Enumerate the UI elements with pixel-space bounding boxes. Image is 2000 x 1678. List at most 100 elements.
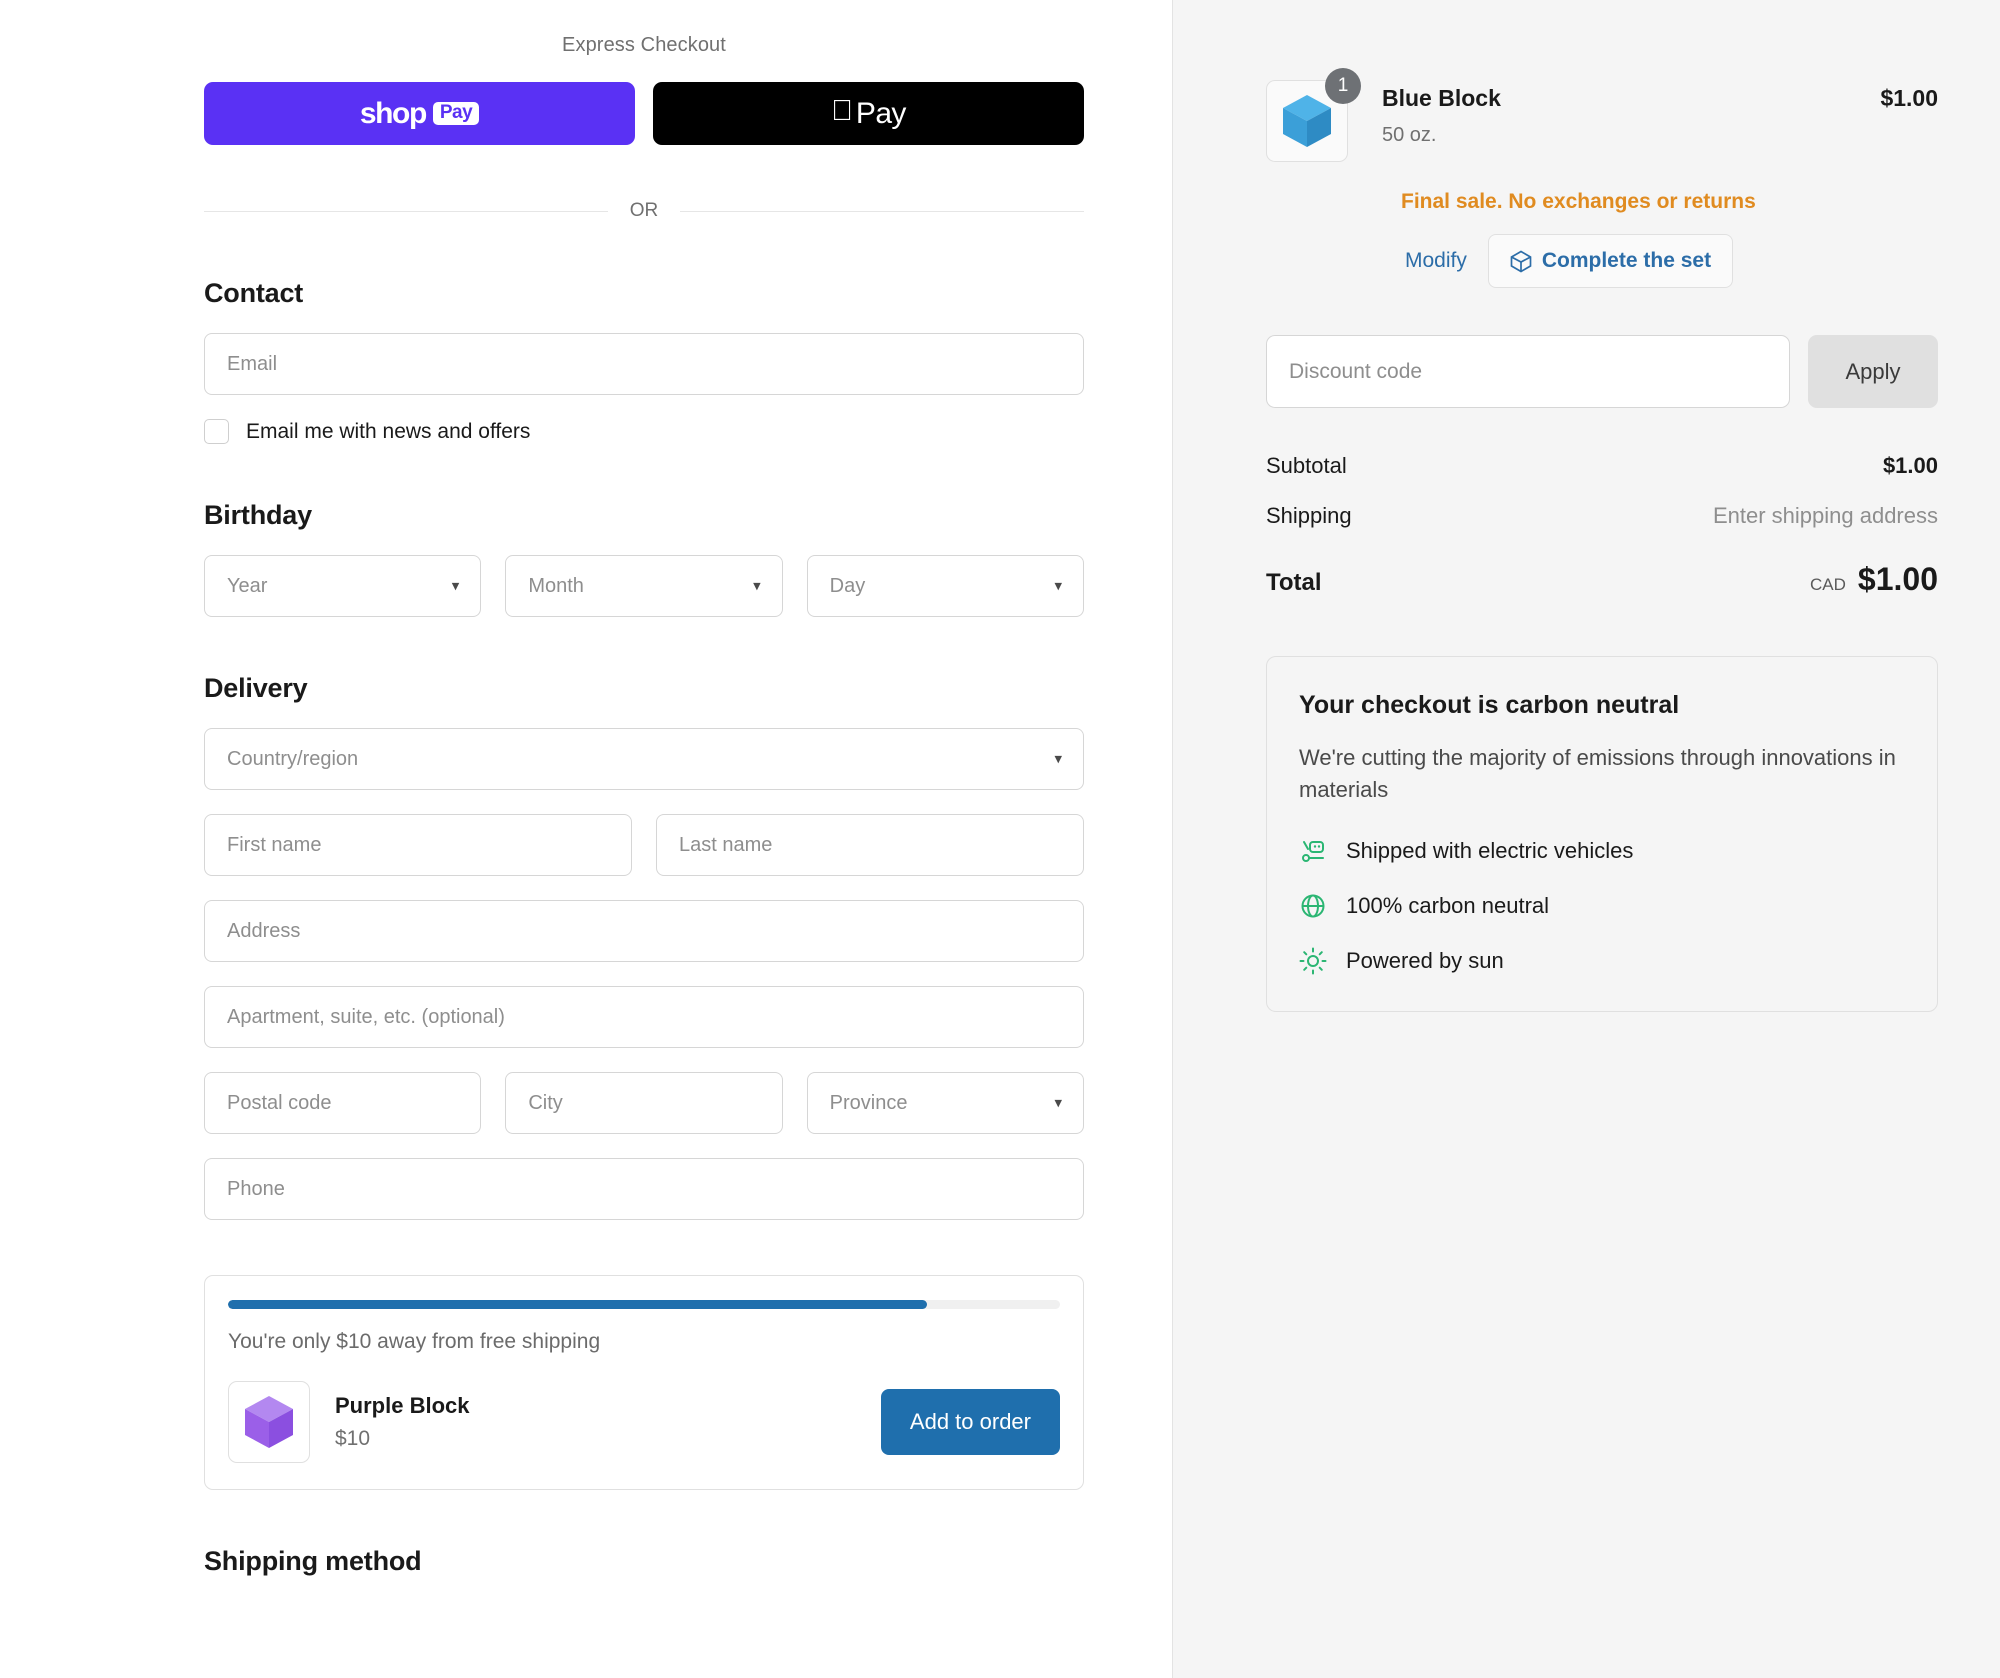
newsletter-label: Email me with news and offers (246, 419, 531, 443)
apple-pay-wordmark: Pay (845, 96, 907, 130)
upsell-product-price: $10 (335, 1427, 371, 1450)
upsell-product-info: Purple Block $10 (335, 1393, 881, 1451)
total-amount: $1.00 (1857, 561, 1938, 597)
carbon-benefit-item: 100% carbon neutral (1299, 892, 1905, 920)
subtotal-label: Subtotal (1266, 453, 1347, 478)
birthday-heading: Birthday (204, 500, 312, 530)
complete-the-set-button[interactable]: Complete the set (1487, 234, 1734, 288)
province-select[interactable]: Province (806, 1072, 1084, 1134)
order-line-item: 1 Blue Block 50 oz. $1.00 (1266, 68, 1938, 162)
address-input[interactable] (204, 900, 1084, 962)
delivery-heading: Delivery (204, 673, 308, 703)
birth-month-wrap: Month ▾ (505, 555, 783, 617)
total-row: Total CAD $1.00 (1266, 561, 1938, 598)
discount-code-input[interactable] (1266, 335, 1790, 408)
complete-the-set-label: Complete the set (1541, 249, 1712, 272)
shipping-value: Enter shipping address (1712, 503, 1938, 528)
carbon-neutral-title: Your checkout is carbon neutral (1299, 691, 1680, 719)
form-column: Express Checkout shop Pay  Pay (204, 0, 1084, 1577)
carbon-benefit-item: Shipped with electric vehicles (1299, 837, 1905, 865)
shipping-row: Shipping Enter shipping address (1266, 503, 1938, 529)
divider-line-left (204, 210, 608, 212)
upsell-product-thumbnail (228, 1381, 310, 1463)
newsletter-checkbox-row[interactable]: Email me with news and offers (204, 419, 1084, 444)
newsletter-checkbox[interactable] (204, 419, 229, 444)
express-checkout-buttons: shop Pay  Pay (204, 82, 1084, 145)
order-item-thumbnail-wrap: 1 (1266, 68, 1361, 162)
apple-pay-logo:  Pay (831, 97, 906, 131)
first-name-input[interactable] (204, 814, 632, 876)
country-region-wrap: Country/region ▾ (204, 728, 1084, 790)
carbon-neutral-card: Your checkout is carbon neutral We're cu… (1266, 656, 1938, 1012)
shipping-method-heading: Shipping method (204, 1546, 422, 1576)
order-item-quantity-badge: 1 (1325, 68, 1361, 104)
apartment-row (204, 986, 1084, 1048)
express-checkout-title: Express Checkout (562, 34, 726, 56)
apartment-input[interactable] (204, 986, 1084, 1048)
order-item-variant: 50 oz. (1382, 124, 1437, 146)
shop-pay-button[interactable]: shop Pay (204, 82, 635, 145)
blue-cube-icon (1283, 95, 1331, 147)
checkout-form-pane: Express Checkout shop Pay  Pay (0, 0, 1173, 1678)
birth-day-select[interactable]: Day (806, 555, 1084, 617)
order-item-price: $1.00 (1880, 85, 1938, 111)
shop-pay-logo: shop Pay (359, 96, 480, 131)
birth-month-select[interactable]: Month (505, 555, 783, 617)
apple-pay-button[interactable]:  Pay (653, 82, 1084, 145)
order-totals: Subtotal $1.00 Shipping Enter shipping a… (1266, 453, 1938, 598)
shipping-label: Shipping (1266, 503, 1352, 528)
shop-pay-wordmark: shop (359, 96, 427, 130)
address-row (204, 900, 1084, 962)
birth-year-wrap: Year ▾ (204, 555, 482, 617)
subtotal-value: $1.00 (1882, 453, 1938, 478)
total-value-wrap: CAD $1.00 (1810, 561, 1938, 598)
carbon-benefit-label: Powered by sun (1346, 947, 1504, 973)
phone-input[interactable] (204, 1158, 1084, 1220)
city-wrap (505, 1072, 783, 1134)
order-item-actions: Modify Complete the set (1401, 234, 1938, 288)
free-shipping-progress-track (228, 1300, 1060, 1309)
cube-outline-icon (1510, 250, 1532, 272)
free-shipping-progress-fill (228, 1300, 927, 1309)
upsell-product-name: Purple Block (335, 1393, 470, 1418)
postal-code-input[interactable] (204, 1072, 482, 1134)
free-shipping-message: You're only $10 away from free shipping (228, 1330, 601, 1353)
city-input[interactable] (505, 1072, 783, 1134)
carbon-neutral-description: We're cutting the majority of emissions … (1299, 745, 1896, 802)
divider-line-right (680, 210, 1084, 212)
apply-discount-button[interactable]: Apply (1808, 335, 1938, 408)
email-input[interactable] (204, 333, 1084, 395)
name-fields (204, 814, 1084, 876)
divider-text: OR (629, 200, 659, 221)
order-item-info: Blue Block 50 oz. (1382, 80, 1880, 147)
phone-row (204, 1158, 1084, 1220)
or-divider: OR (204, 200, 1084, 222)
total-label: Total (1266, 569, 1322, 596)
sun-icon (1299, 947, 1327, 975)
checkout-page: Express Checkout shop Pay  Pay (0, 0, 2000, 1678)
free-shipping-upsell-card: You're only $10 away from free shipping … (204, 1275, 1084, 1490)
order-item-name: Blue Block (1382, 85, 1501, 111)
add-to-order-button[interactable]: Add to order (880, 1389, 1060, 1455)
carbon-benefit-item: Powered by sun (1299, 947, 1905, 975)
total-currency: CAD (1810, 575, 1846, 594)
carbon-benefit-label: Shipped with electric vehicles (1346, 837, 1634, 863)
birthday-fields: Year ▾ Month ▾ Day ▾ (204, 555, 1084, 617)
postal-code-wrap (204, 1072, 482, 1134)
subtotal-row: Subtotal $1.00 (1266, 453, 1938, 479)
country-region-select[interactable]: Country/region (204, 728, 1084, 790)
birth-day-wrap: Day ▾ (806, 555, 1084, 617)
contact-heading: Contact (204, 278, 304, 308)
final-sale-notice: Final sale. No exchanges or returns (1401, 190, 1756, 213)
upsell-product-row: Purple Block $10 Add to order (228, 1381, 1060, 1463)
order-summary-pane: 1 Blue Block 50 oz. $1.00 Final sale. No… (1173, 0, 2000, 1678)
last-name-input[interactable] (656, 814, 1084, 876)
discount-code-row: Apply (1266, 335, 1938, 408)
locality-fields: Province ▾ (204, 1072, 1084, 1134)
globe-icon (1299, 892, 1327, 920)
birth-year-select[interactable]: Year (204, 555, 482, 617)
apple-logo-icon:  (831, 97, 853, 126)
electric-vehicle-icon (1299, 837, 1327, 865)
modify-link[interactable]: Modify (1401, 243, 1471, 279)
shop-pay-badge: Pay (432, 101, 480, 126)
